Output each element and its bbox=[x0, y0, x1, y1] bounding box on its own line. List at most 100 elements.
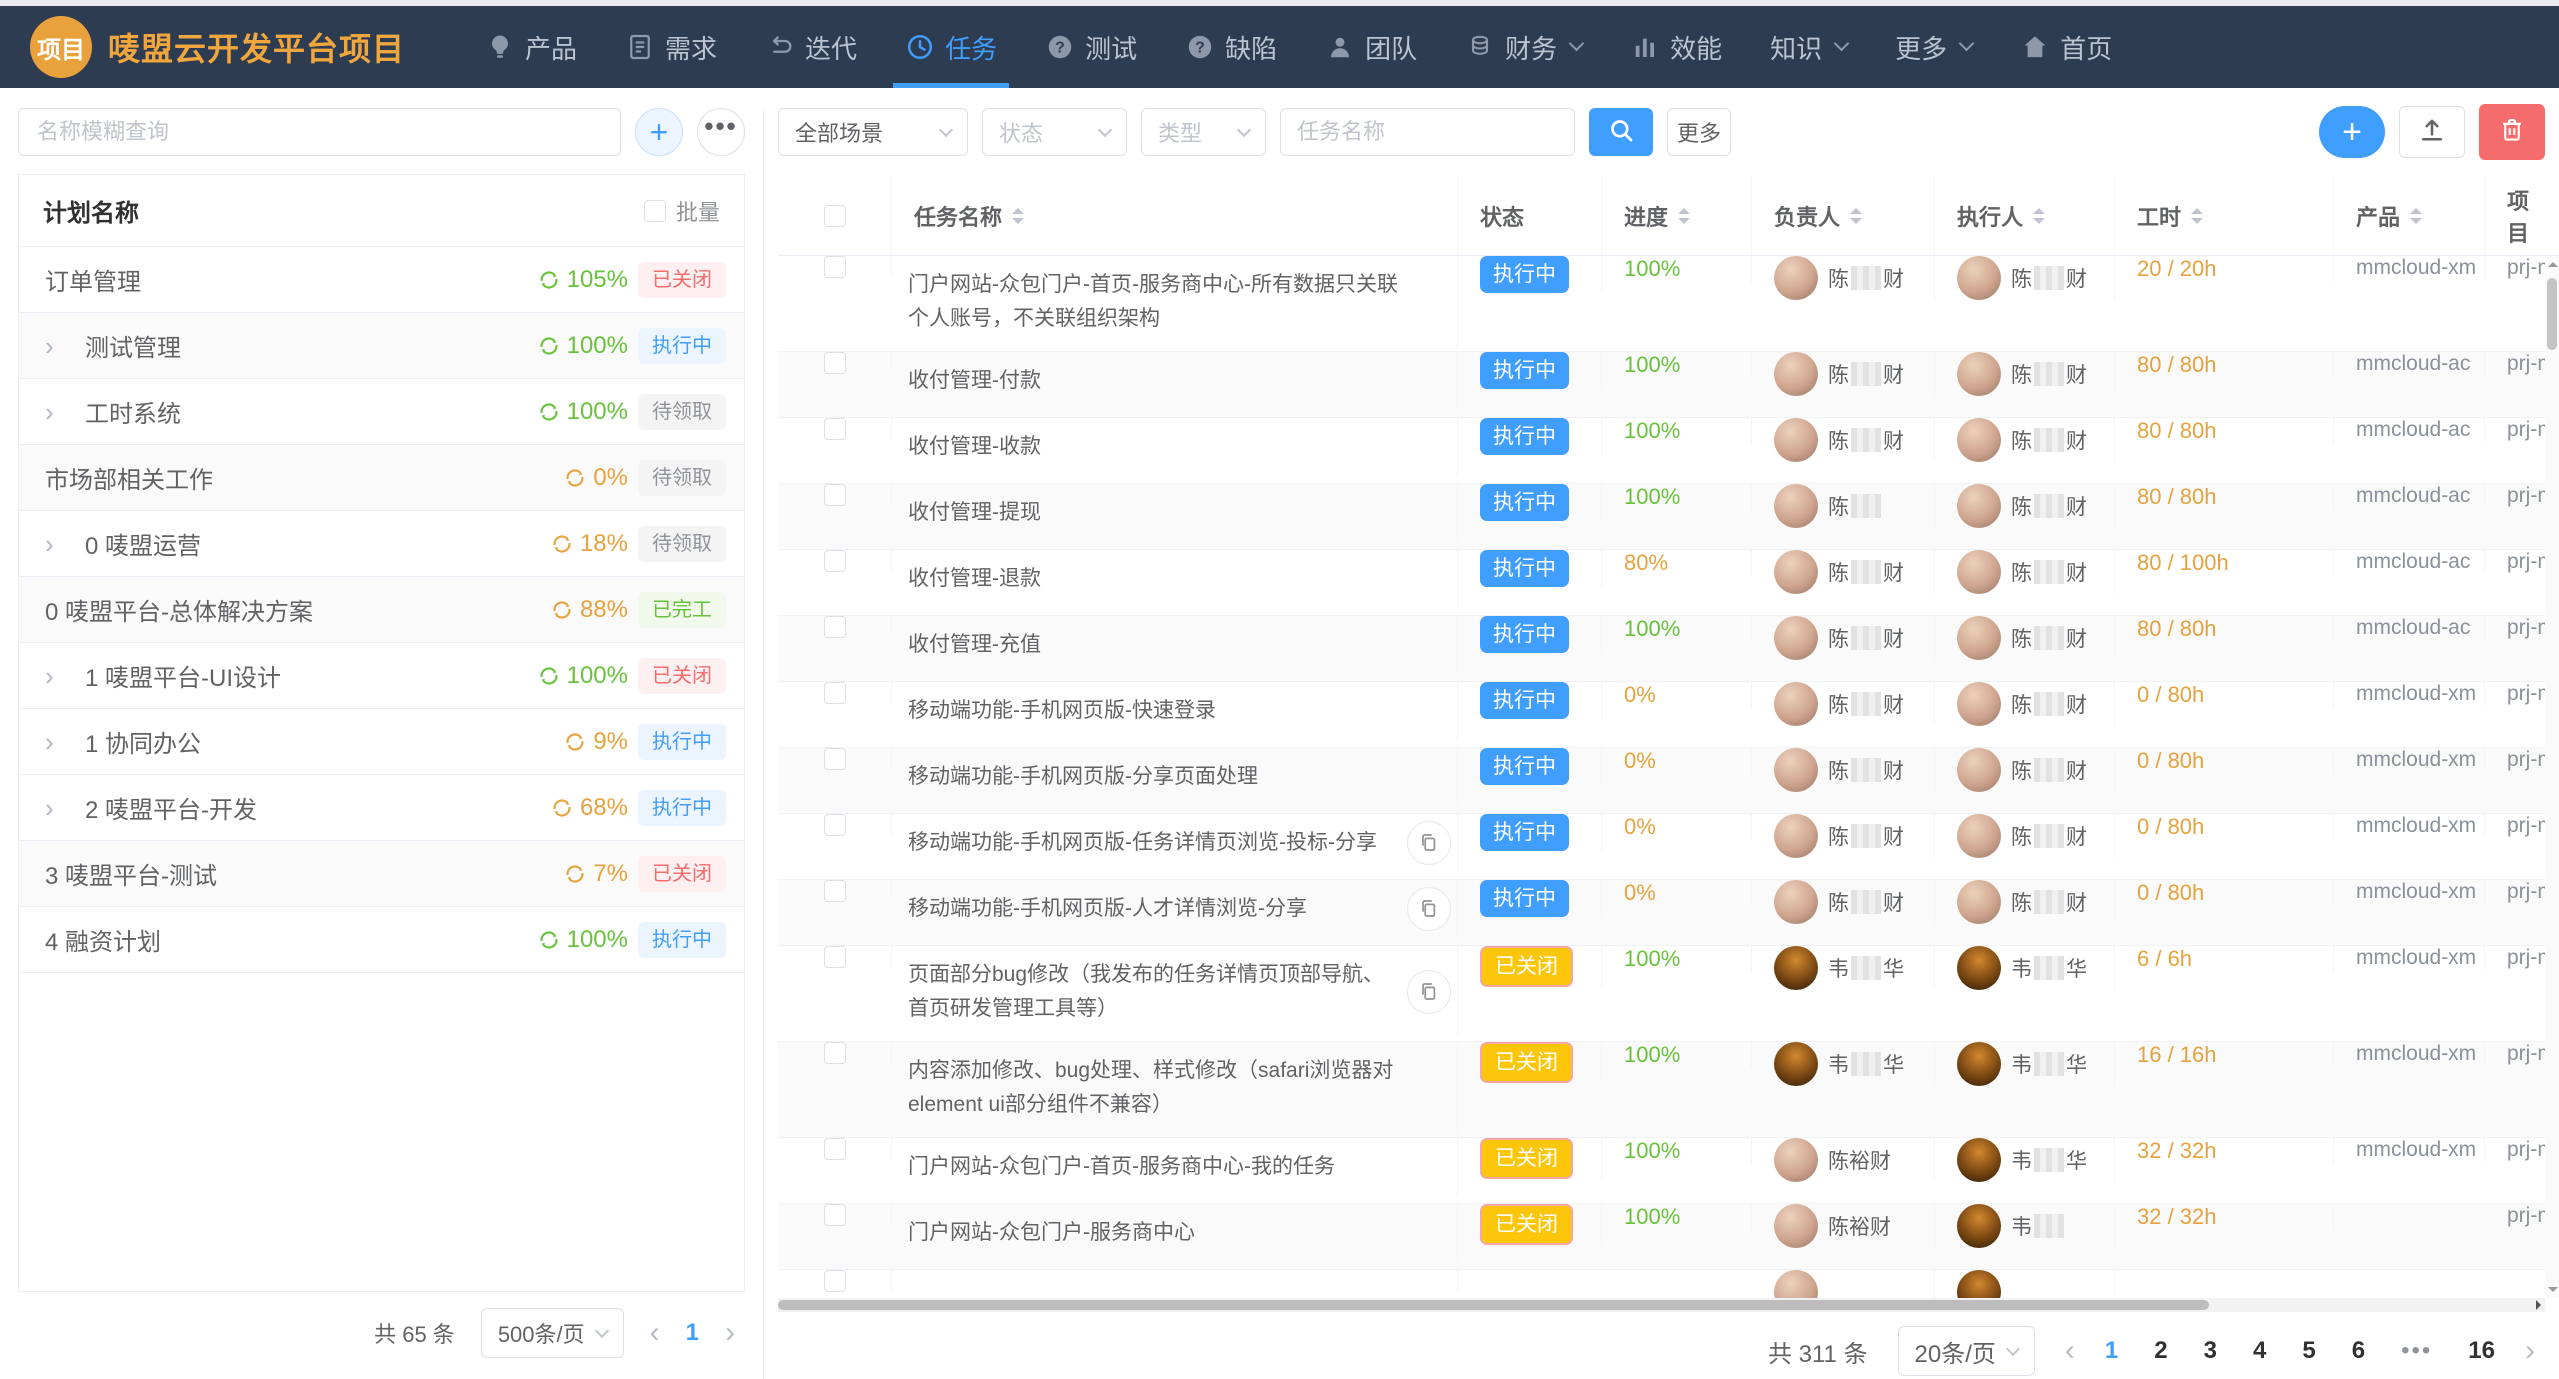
task-name[interactable]: 内容添加修改、bug处理、样式修改（safari浏览器对element ui部分… bbox=[908, 1054, 1401, 1122]
nav-item-需求[interactable]: 需求 bbox=[601, 6, 741, 88]
row-checkbox[interactable] bbox=[824, 418, 846, 440]
nav-item-团队[interactable]: 团队 bbox=[1301, 6, 1441, 88]
nav-item-知识[interactable]: 知识 bbox=[1746, 6, 1871, 88]
chevron-right-icon[interactable]: › bbox=[45, 333, 85, 359]
row-checkbox[interactable] bbox=[824, 256, 846, 278]
sort-carets-icon[interactable] bbox=[1012, 208, 1024, 224]
chevron-right-icon[interactable]: › bbox=[45, 795, 85, 821]
row-checkbox[interactable] bbox=[824, 748, 846, 770]
plan-next-page-icon[interactable]: › bbox=[725, 1318, 735, 1348]
plan-row[interactable]: 4 融资计划100%执行中 bbox=[19, 907, 744, 973]
task-name[interactable]: 收付管理-收款 bbox=[908, 430, 1041, 464]
sort-carets-icon[interactable] bbox=[1678, 208, 1690, 224]
batch-checkbox[interactable] bbox=[644, 200, 666, 222]
brand[interactable]: 项目 唛盟云开发平台项目 bbox=[30, 6, 405, 88]
row-checkbox[interactable] bbox=[824, 352, 846, 374]
task-name[interactable]: 门户网站-众包门户-首页-服务商中心-我的任务 bbox=[908, 1150, 1335, 1184]
status-select[interactable]: 状态 bbox=[982, 108, 1127, 156]
plan-row[interactable]: ›1 协同办公9%执行中 bbox=[19, 709, 744, 775]
plan-page-number[interactable]: 1 bbox=[686, 1319, 699, 1347]
search-button[interactable] bbox=[1589, 108, 1653, 156]
plan-row[interactable]: ›1 唛盟平台-UI设计100%已关闭 bbox=[19, 643, 744, 709]
copy-task-button[interactable] bbox=[1407, 821, 1451, 865]
nav-item-更多[interactable]: 更多 bbox=[1871, 6, 1996, 88]
plan-search-input[interactable] bbox=[18, 108, 621, 156]
horizontal-scrollbar[interactable] bbox=[778, 1298, 2545, 1312]
scroll-right-icon[interactable] bbox=[2536, 1300, 2541, 1310]
plan-row[interactable]: ›2 唛盟平台-开发68%执行中 bbox=[19, 775, 744, 841]
plan-row[interactable]: 订单管理105%已关闭 bbox=[19, 247, 744, 313]
row-checkbox[interactable] bbox=[824, 1042, 846, 1064]
vertical-scrollbar[interactable] bbox=[2545, 256, 2559, 1298]
task-name[interactable]: 收付管理-付款 bbox=[908, 364, 1041, 398]
task-name[interactable]: 收付管理-退款 bbox=[908, 562, 1041, 596]
type-select[interactable]: 类型 bbox=[1141, 108, 1266, 156]
page-number[interactable]: 2 bbox=[2154, 1337, 2167, 1365]
row-checkbox[interactable] bbox=[824, 682, 846, 704]
nav-item-测试[interactable]: ?测试 bbox=[1021, 6, 1161, 88]
page-number[interactable]: 3 bbox=[2204, 1337, 2217, 1365]
plan-row[interactable]: 3 唛盟平台-测试7%已关闭 bbox=[19, 841, 744, 907]
select-all-checkbox[interactable] bbox=[824, 205, 846, 227]
task-prev-page-icon[interactable]: ‹ bbox=[2065, 1336, 2075, 1366]
task-name[interactable]: 收付管理-提现 bbox=[908, 496, 1041, 530]
task-name[interactable]: 门户网站-众包门户-服务商中心 bbox=[908, 1216, 1195, 1250]
row-checkbox[interactable] bbox=[824, 616, 846, 638]
plan-row[interactable]: ›0 唛盟运营18%待领取 bbox=[19, 511, 744, 577]
page-number[interactable]: 16 bbox=[2468, 1337, 2495, 1365]
nav-item-首页[interactable]: 首页 bbox=[1996, 6, 2136, 88]
row-checkbox[interactable] bbox=[824, 880, 846, 902]
more-filters-button[interactable]: 更多 bbox=[1667, 108, 1731, 156]
chevron-right-icon[interactable]: › bbox=[45, 729, 85, 755]
scene-select[interactable]: 全部场景 bbox=[778, 108, 968, 156]
task-page-size-select[interactable]: 20条/页 bbox=[1898, 1326, 2035, 1376]
page-number[interactable]: 6 bbox=[2352, 1337, 2365, 1365]
import-button[interactable] bbox=[2399, 106, 2465, 158]
task-name[interactable]: 移动端功能-手机网页版-分享页面处理 bbox=[908, 760, 1258, 794]
vertical-scrollbar-thumb[interactable] bbox=[2547, 278, 2557, 350]
row-checkbox[interactable] bbox=[824, 814, 846, 836]
page-number[interactable]: 5 bbox=[2302, 1337, 2315, 1365]
task-next-page-icon[interactable]: › bbox=[2525, 1336, 2535, 1366]
project-logo[interactable]: 项目 bbox=[30, 16, 92, 78]
task-name[interactable]: 页面部分bug修改（我发布的任务详情页顶部导航、首页研发管理工具等） bbox=[908, 958, 1401, 1026]
chevron-right-icon[interactable]: › bbox=[45, 531, 85, 557]
row-checkbox[interactable] bbox=[824, 946, 846, 968]
task-name[interactable]: 移动端功能-手机网页版-任务详情页浏览-投标-分享 bbox=[908, 826, 1377, 860]
sort-carets-icon[interactable] bbox=[2191, 208, 2203, 224]
delete-button[interactable] bbox=[2479, 104, 2545, 160]
plan-row[interactable]: 市场部相关工作0%待领取 bbox=[19, 445, 744, 511]
row-checkbox[interactable] bbox=[824, 1138, 846, 1160]
nav-item-财务[interactable]: 财务 bbox=[1441, 6, 1606, 88]
nav-item-迭代[interactable]: 迭代 bbox=[741, 6, 881, 88]
nav-item-效能[interactable]: 效能 bbox=[1606, 6, 1746, 88]
plan-row[interactable]: 0 唛盟平台-总体解决方案88%已完工 bbox=[19, 577, 744, 643]
task-name-input[interactable] bbox=[1280, 108, 1575, 156]
nav-item-缺陷[interactable]: ?缺陷 bbox=[1161, 6, 1301, 88]
row-checkbox[interactable] bbox=[824, 550, 846, 572]
plan-prev-page-icon[interactable]: ‹ bbox=[650, 1318, 660, 1348]
task-name[interactable]: 移动端功能-手机网页版-快速登录 bbox=[908, 694, 1216, 728]
sort-carets-icon[interactable] bbox=[2033, 208, 2045, 224]
add-plan-button[interactable]: + bbox=[635, 108, 683, 156]
row-checkbox[interactable] bbox=[824, 484, 846, 506]
nav-item-任务[interactable]: 任务 bbox=[881, 6, 1021, 88]
copy-task-button[interactable] bbox=[1407, 887, 1451, 931]
page-number[interactable]: 4 bbox=[2253, 1337, 2266, 1365]
plan-more-actions-button[interactable]: ••• bbox=[697, 108, 745, 156]
horizontal-scrollbar-thumb[interactable] bbox=[778, 1300, 2209, 1310]
scroll-up-icon[interactable] bbox=[2548, 262, 2558, 267]
copy-task-button[interactable] bbox=[1407, 970, 1451, 1014]
plan-page-size-select[interactable]: 500条/页 bbox=[481, 1308, 624, 1358]
task-name[interactable]: 门户网站-众包门户-首页-服务商中心-所有数据只关联个人账号，不关联组织架构 bbox=[908, 268, 1401, 336]
nav-item-产品[interactable]: 产品 bbox=[461, 6, 601, 88]
sort-carets-icon[interactable] bbox=[1850, 208, 1862, 224]
plan-row[interactable]: ›工时系统100%待领取 bbox=[19, 379, 744, 445]
row-checkbox[interactable] bbox=[824, 1204, 846, 1226]
add-task-button[interactable]: + bbox=[2319, 106, 2385, 158]
plan-row[interactable]: ›测试管理100%执行中 bbox=[19, 313, 744, 379]
row-checkbox[interactable] bbox=[824, 1270, 846, 1292]
chevron-right-icon[interactable]: › bbox=[45, 663, 85, 689]
page-number[interactable]: 1 bbox=[2105, 1337, 2118, 1365]
sort-carets-icon[interactable] bbox=[2410, 208, 2422, 224]
